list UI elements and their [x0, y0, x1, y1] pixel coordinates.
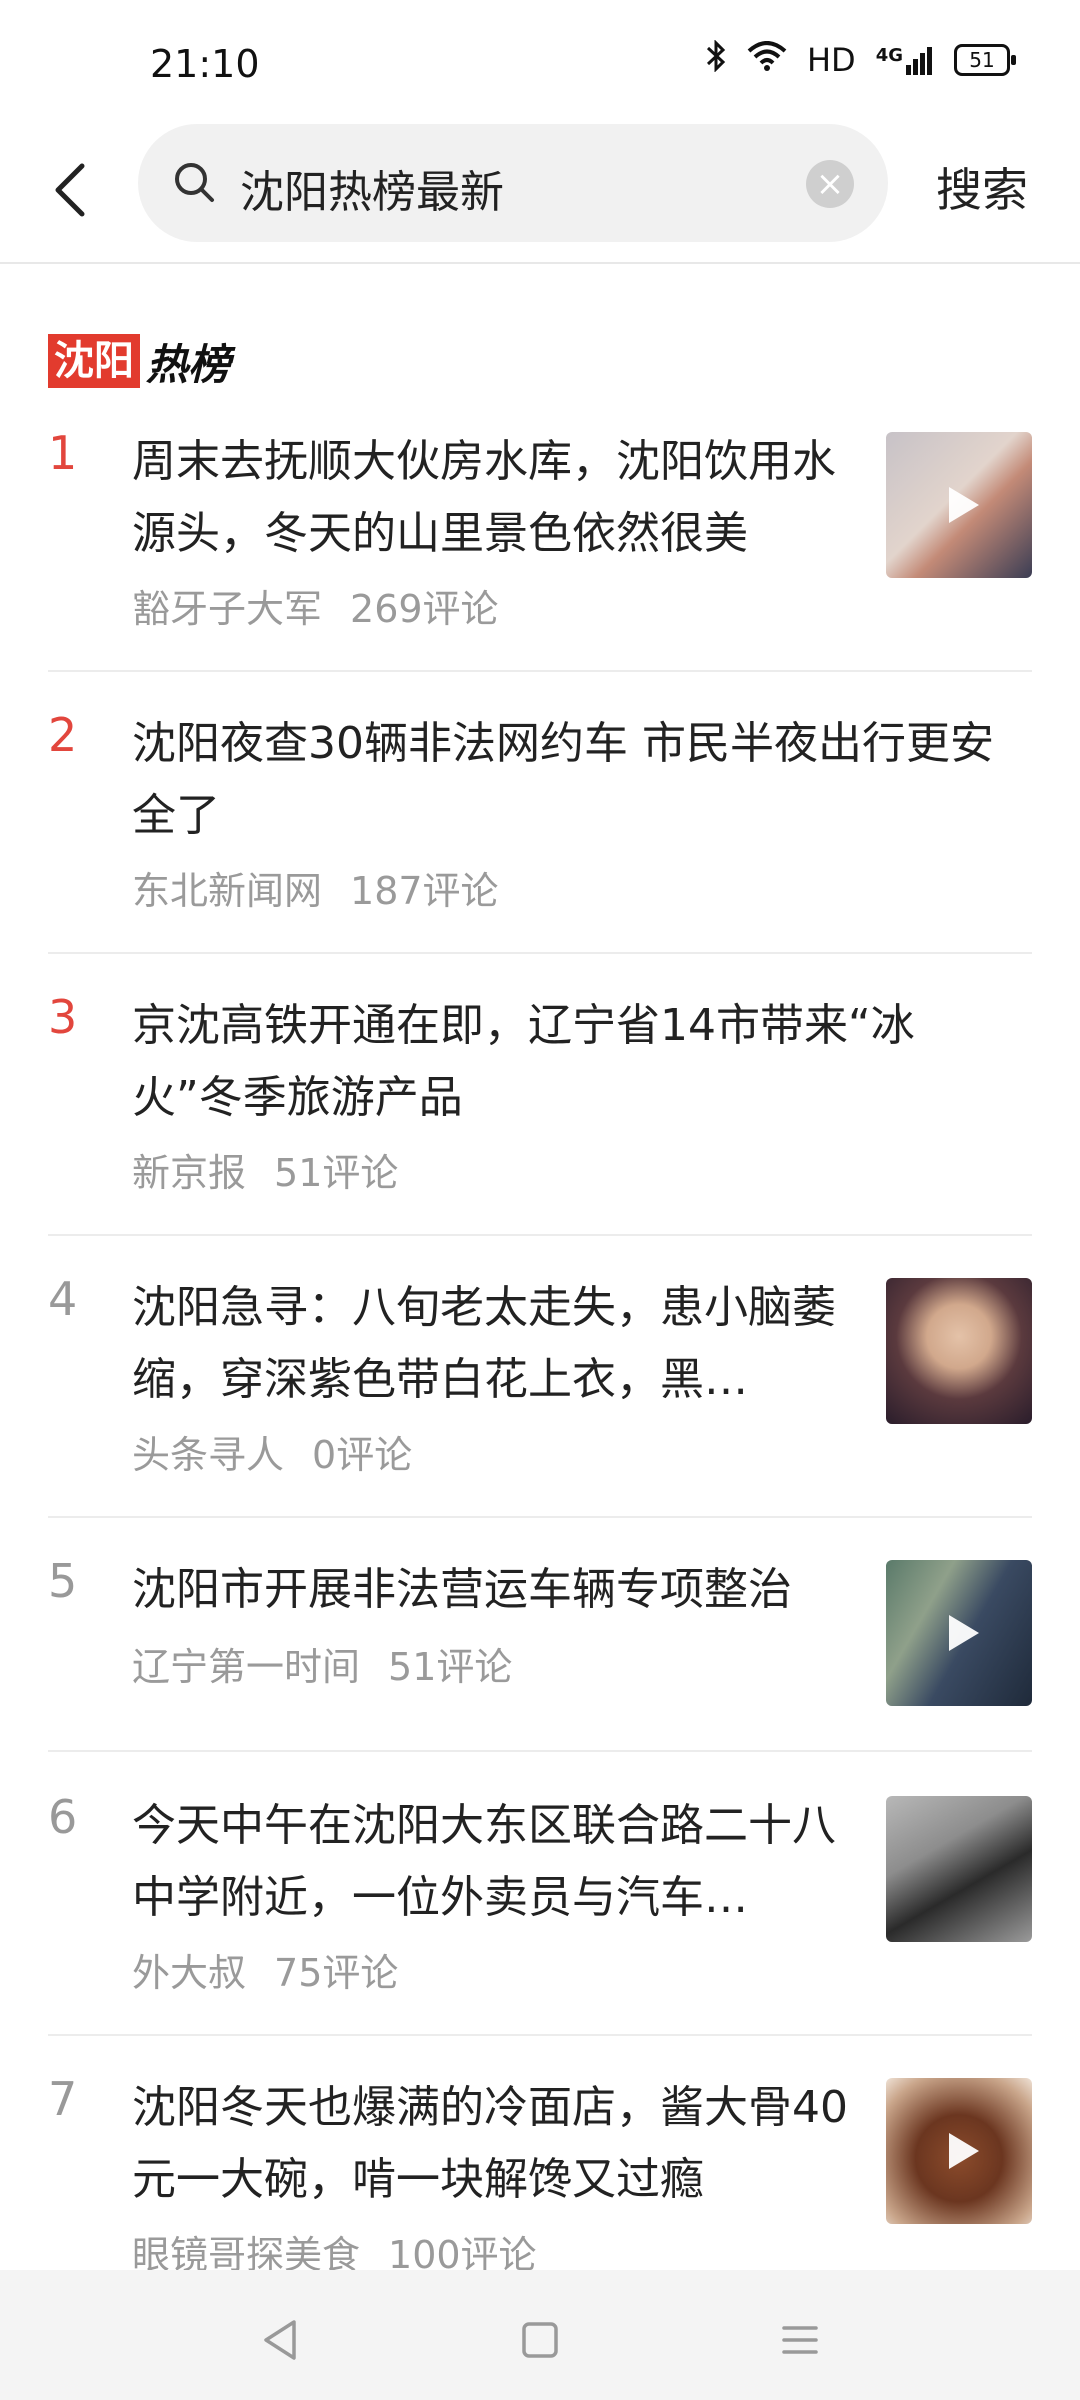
photo-thumbnail[interactable] [886, 1796, 1032, 1942]
rank-number: 6 [48, 1790, 78, 1844]
item-title: 周末去抚顺大伙房水库，沈阳饮用水源头，冬天的山里景色依然很美 [132, 436, 836, 559]
nav-menu-button[interactable] [770, 2310, 830, 2370]
item-source: 头条寻人 [132, 1433, 285, 1477]
list-item[interactable]: 6 今天中午在沈阳大东区联合路二十八中学附近，一位外卖员与汽车… 外大叔 75评论 [48, 1790, 1032, 2036]
video-thumbnail[interactable] [886, 432, 1032, 578]
clear-icon[interactable]: × [806, 160, 854, 208]
item-title: 沈阳冬天也爆满的冷面店，酱大骨40元一大碗，啃一块解馋又过瘾 [132, 2082, 848, 2205]
search-query: 沈阳热榜最新 [240, 167, 504, 218]
item-meta: 外大叔 75评论 [132, 1942, 398, 1997]
list-item[interactable]: 5 沈阳市开展非法营运车辆专项整治 辽宁第一时间 51评论 [48, 1554, 1032, 1752]
back-button[interactable] [40, 150, 100, 230]
item-comments: 51评论 [388, 1645, 513, 1689]
item-meta: 东北新闻网 187评论 [132, 860, 499, 915]
search-icon [172, 160, 216, 204]
battery-icon: 51 [954, 44, 1016, 76]
rank-number: 5 [48, 1554, 78, 1608]
rank-number: 2 [48, 708, 78, 762]
item-comments: 51评论 [274, 1151, 399, 1195]
status-time: 21:10 [150, 42, 260, 86]
item-title: 今天中午在沈阳大东区联合路二十八中学附近，一位外卖员与汽车… [132, 1800, 836, 1923]
item-meta: 辽宁第一时间 51评论 [132, 1636, 512, 1691]
list-item[interactable]: 7 沈阳冬天也爆满的冷面店，酱大骨40元一大碗，啃一块解馋又过瘾 眼镜哥探美食 1… [48, 2072, 1032, 2277]
search-button[interactable]: 搜索 [936, 154, 1028, 220]
item-title: 京沈高铁开通在即，辽宁省14市带来“冰火”冬季旅游产品 [132, 1000, 915, 1123]
list-item[interactable]: 3 京沈高铁开通在即，辽宁省14市带来“冰火”冬季旅游产品 新京报 51评论 [48, 990, 1032, 1236]
item-comments: 75评论 [274, 1951, 399, 1995]
rank-number: 3 [48, 990, 78, 1044]
square-home-icon [522, 2322, 558, 2358]
item-comments: 0评论 [312, 1433, 413, 1477]
item-title: 沈阳市开展非法营运车辆专项整治 [132, 1564, 792, 1615]
search-input[interactable]: 沈阳热榜最新 × [138, 124, 888, 242]
shenyang-hot-list-logo: 沈阳 热榜 [48, 334, 230, 389]
item-title: 沈阳急寻：八旬老太走失，患小脑萎缩，穿深紫色带白花上衣，黑… [132, 1282, 836, 1405]
list-item[interactable]: 2 沈阳夜查30辆非法网约车 市民半夜出行更安全了 东北新闻网 187评论 [48, 708, 1032, 954]
signal-icon: 4G [876, 45, 934, 75]
chevron-left-icon [55, 163, 85, 217]
list-item[interactable]: 1 周末去抚顺大伙房水库，沈阳饮用水源头，冬天的山里景色依然很美 豁牙子大军 26… [48, 426, 1032, 672]
item-comments: 269评论 [350, 587, 499, 631]
logo-part1: 沈阳 [48, 334, 140, 388]
play-icon [949, 1615, 979, 1651]
triangle-back-icon [264, 2320, 296, 2360]
status-bar: 21:10 HD 4G 51 [0, 0, 1080, 120]
item-source: 东北新闻网 [132, 869, 323, 913]
item-source: 豁牙子大军 [132, 587, 323, 631]
item-source: 新京报 [132, 1151, 247, 1195]
system-nav-bar [0, 2270, 1080, 2400]
video-thumbnail[interactable] [886, 1560, 1032, 1706]
search-header: 沈阳热榜最新 × 搜索 [0, 120, 1080, 264]
logo-part2: 热榜 [146, 339, 231, 389]
video-thumbnail[interactable] [886, 2078, 1032, 2224]
item-meta: 豁牙子大军 269评论 [132, 578, 499, 633]
bluetooth-icon [705, 39, 727, 80]
menu-icon [782, 2326, 818, 2354]
nav-home-button[interactable] [510, 2310, 570, 2370]
item-meta: 新京报 51评论 [132, 1142, 398, 1197]
item-source: 外大叔 [132, 1951, 247, 1995]
play-icon [949, 2133, 979, 2169]
nav-back-button[interactable] [250, 2310, 310, 2370]
wifi-icon [747, 41, 787, 79]
play-icon [949, 487, 979, 523]
item-meta: 头条寻人 0评论 [132, 1424, 412, 1479]
list-item[interactable]: 4 沈阳急寻：八旬老太走失，患小脑萎缩，穿深紫色带白花上衣，黑… 头条寻人 0评论 [48, 1272, 1032, 1518]
network-type: HD [806, 41, 856, 79]
item-comments: 187评论 [350, 869, 499, 913]
item-source: 辽宁第一时间 [132, 1645, 361, 1689]
status-icons: HD 4G 51 [705, 39, 1016, 80]
rank-number: 4 [48, 1272, 78, 1326]
item-title: 沈阳夜查30辆非法网约车 市民半夜出行更安全了 [132, 718, 994, 841]
rank-number: 7 [48, 2072, 78, 2126]
rank-number: 1 [48, 426, 78, 480]
photo-thumbnail[interactable] [886, 1278, 1032, 1424]
